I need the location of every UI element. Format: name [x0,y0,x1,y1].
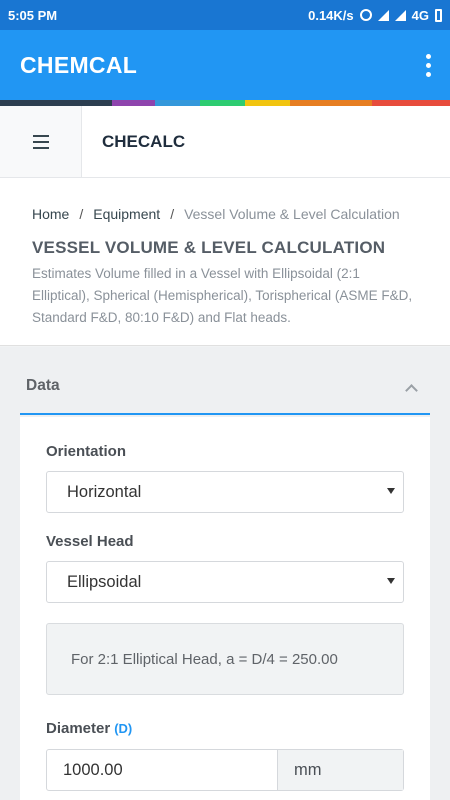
page-title: VESSEL VOLUME & LEVEL CALCULATION [32,238,386,257]
more-vert-icon[interactable] [406,43,450,87]
status-time: 5:05 PM [8,7,58,23]
alarm-icon [359,9,372,21]
head-info-text: For 2:1 Elliptical Head, a = D/4 = 250.0… [71,650,338,668]
status-indicators: 0.14K/s 4G [308,8,442,23]
breadcrumb: Home / Equipment / Vessel Volume & Level… [32,206,418,222]
signal-icon [377,9,389,21]
vessel-head-label: Vessel Head [46,533,134,550]
breadcrumb-separator: / [79,206,84,222]
app-bar: CHEMCAL [0,30,450,100]
data-section-header[interactable]: Data [20,371,430,415]
page-header: Home / Equipment / Vessel Volume & Level… [0,178,450,346]
data-form: Orientation Horizontal Vessel Head Ellip… [20,417,430,800]
diameter-label-text: Diameter [46,720,111,737]
diameter-input[interactable]: 1000.00 [47,750,278,790]
breadcrumb-separator: / [170,206,175,222]
diameter-label: Diameter (D) [46,720,132,737]
orientation-label: Orientation [46,443,127,460]
data-section-title: Data [26,377,60,394]
site-brand[interactable]: CHECALC [82,132,185,152]
breadcrumb-home[interactable]: Home [32,206,69,222]
orientation-value: Horizontal [67,482,142,501]
hamburger-icon [32,134,49,149]
status-bar: 5:05 PM 0.14K/s 4G [0,0,450,30]
caret-down-icon [387,578,395,584]
battery-icon [435,8,442,22]
diameter-symbol: (D) [114,721,133,736]
vessel-head-select[interactable]: Ellipsoidal [46,561,404,603]
signal-icon [394,9,406,21]
app-title: CHEMCAL [20,51,138,78]
chevron-up-icon[interactable] [405,384,418,397]
diameter-unit-select[interactable]: mm [278,750,403,790]
data-section: Data Orientation Horizontal Vessel Head … [0,347,450,800]
orientation-select[interactable]: Horizontal [46,471,404,513]
breadcrumb-current: Vessel Volume & Level Calculation [184,206,400,222]
menu-button[interactable] [0,106,82,177]
network-type: 4G [411,7,429,23]
diameter-input-group: 1000.00 mm [46,749,404,791]
caret-down-icon [387,488,395,494]
vessel-head-value: Ellipsoidal [67,572,142,591]
page-description: Estimates Volume filled in a Vessel with… [32,266,413,325]
breadcrumb-equipment[interactable]: Equipment [93,206,160,222]
head-info-box: For 2:1 Elliptical Head, a = D/4 = 250.0… [46,623,404,695]
site-topbar: CHECALC [0,106,450,178]
network-speed: 0.14K/s [308,7,354,23]
